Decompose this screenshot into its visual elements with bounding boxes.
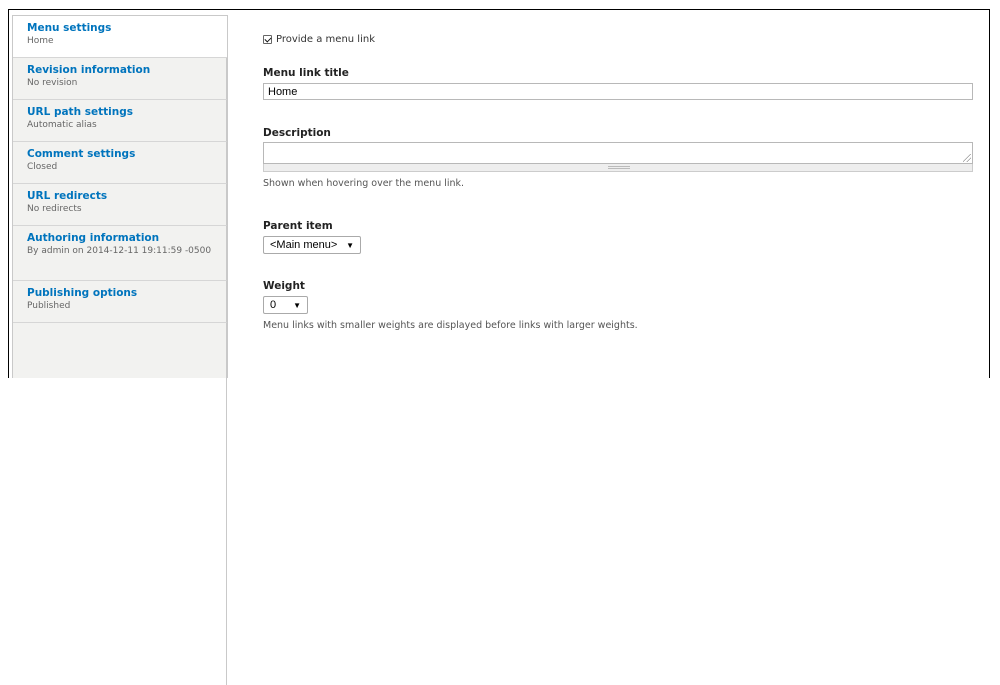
- caret-down-icon: ▼: [293, 300, 301, 310]
- parent-item-value: <Main menu>: [270, 239, 338, 251]
- tab-menu-settings[interactable]: Menu settings Home: [13, 16, 227, 58]
- tab-summary: No redirects: [27, 204, 82, 214]
- parent-item-select[interactable]: <Main menu> ▼: [263, 236, 361, 254]
- provide-menu-link-label[interactable]: Provide a menu link: [276, 34, 375, 45]
- menu-link-title-label: Menu link title: [263, 67, 349, 79]
- tab-summary: By admin on 2014-12-11 19:11:59 -0500: [27, 246, 212, 256]
- tab-summary: No revision: [27, 78, 78, 88]
- parent-item-label: Parent item: [263, 220, 333, 232]
- tab-url-redirects[interactable]: URL redirects No redirects: [13, 184, 227, 226]
- description-textarea[interactable]: [263, 142, 973, 164]
- tab-url-path-settings[interactable]: URL path settings Automatic alias: [13, 100, 227, 142]
- menu-settings-pane: Provide a menu link Menu link title Desc…: [263, 0, 975, 378]
- caret-down-icon: ▼: [346, 240, 354, 250]
- weight-label: Weight: [263, 280, 305, 292]
- tab-title: URL redirects: [27, 190, 108, 202]
- provide-menu-link-checkbox[interactable]: [263, 35, 272, 44]
- weight-help: Menu links with smaller weights are disp…: [263, 320, 638, 331]
- tab-title: Comment settings: [27, 148, 136, 160]
- tab-title: URL path settings: [27, 106, 133, 118]
- description-help: Shown when hovering over the menu link.: [263, 178, 465, 189]
- tab-publishing-options[interactable]: Publishing options Published: [13, 281, 227, 323]
- tab-summary: Automatic alias: [27, 120, 97, 130]
- weight-value: 0: [270, 299, 277, 311]
- resize-grip-icon[interactable]: [963, 154, 971, 162]
- textarea-grippie[interactable]: [263, 164, 973, 172]
- tab-authoring-information[interactable]: Authoring information By admin on 2014-1…: [13, 226, 227, 281]
- tab-title: Authoring information: [27, 232, 160, 244]
- tab-revision-information[interactable]: Revision information No revision: [13, 58, 227, 100]
- provide-menu-link-row: Provide a menu link: [263, 34, 375, 45]
- tab-title: Revision information: [27, 64, 151, 76]
- tab-title: Menu settings: [27, 22, 112, 34]
- tab-title: Publishing options: [27, 287, 138, 299]
- tab-summary: Home: [27, 36, 54, 46]
- vertical-tabs: Menu settings Home Revision information …: [12, 15, 228, 685]
- menu-link-title-input[interactable]: [263, 83, 973, 100]
- tab-summary: Published: [27, 301, 71, 311]
- tab-comment-settings[interactable]: Comment settings Closed: [13, 142, 227, 184]
- description-label: Description: [263, 127, 331, 139]
- description-field: [263, 142, 973, 172]
- tab-summary: Closed: [27, 162, 58, 172]
- tab-filler: [13, 323, 227, 685]
- weight-select[interactable]: 0 ▼: [263, 296, 308, 314]
